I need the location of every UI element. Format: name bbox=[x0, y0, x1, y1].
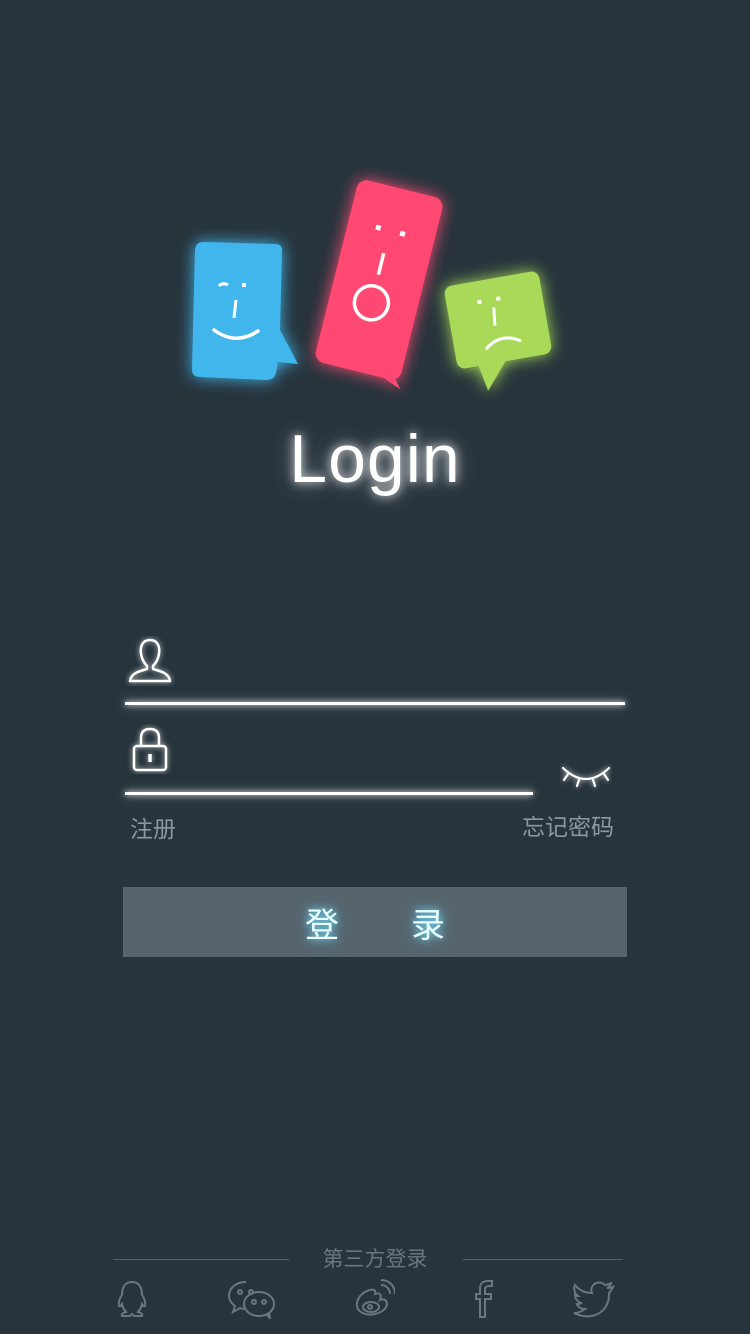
login-title: Login bbox=[289, 421, 461, 497]
eye-closed-icon[interactable] bbox=[560, 760, 612, 794]
wechat-icon[interactable] bbox=[226, 1276, 278, 1322]
login-button-label: 登录 bbox=[305, 905, 517, 946]
divider-right bbox=[463, 1259, 623, 1260]
facebook-icon[interactable] bbox=[460, 1276, 506, 1322]
green-sad-bubble bbox=[444, 271, 552, 391]
user-icon bbox=[125, 636, 175, 686]
logo bbox=[0, 0, 750, 420]
blue-smile-bubble bbox=[192, 242, 298, 380]
register-link[interactable]: 注册 bbox=[130, 810, 176, 844]
logo-illustration bbox=[192, 180, 552, 391]
third-party-title: 第三方登录 bbox=[322, 1247, 428, 1271]
lock-icon bbox=[125, 724, 175, 774]
password-underline bbox=[125, 792, 533, 795]
weibo-icon[interactable] bbox=[351, 1276, 397, 1322]
pink-surprised-bubble bbox=[315, 180, 443, 390]
password-input[interactable] bbox=[190, 735, 534, 785]
twitter-icon[interactable] bbox=[571, 1276, 617, 1322]
forgot-password-link[interactable]: 忘记密码 bbox=[522, 808, 614, 842]
username-input[interactable] bbox=[190, 645, 624, 695]
login-button[interactable]: 登录 bbox=[123, 887, 627, 957]
qq-icon[interactable] bbox=[109, 1276, 155, 1322]
username-underline bbox=[125, 702, 625, 705]
